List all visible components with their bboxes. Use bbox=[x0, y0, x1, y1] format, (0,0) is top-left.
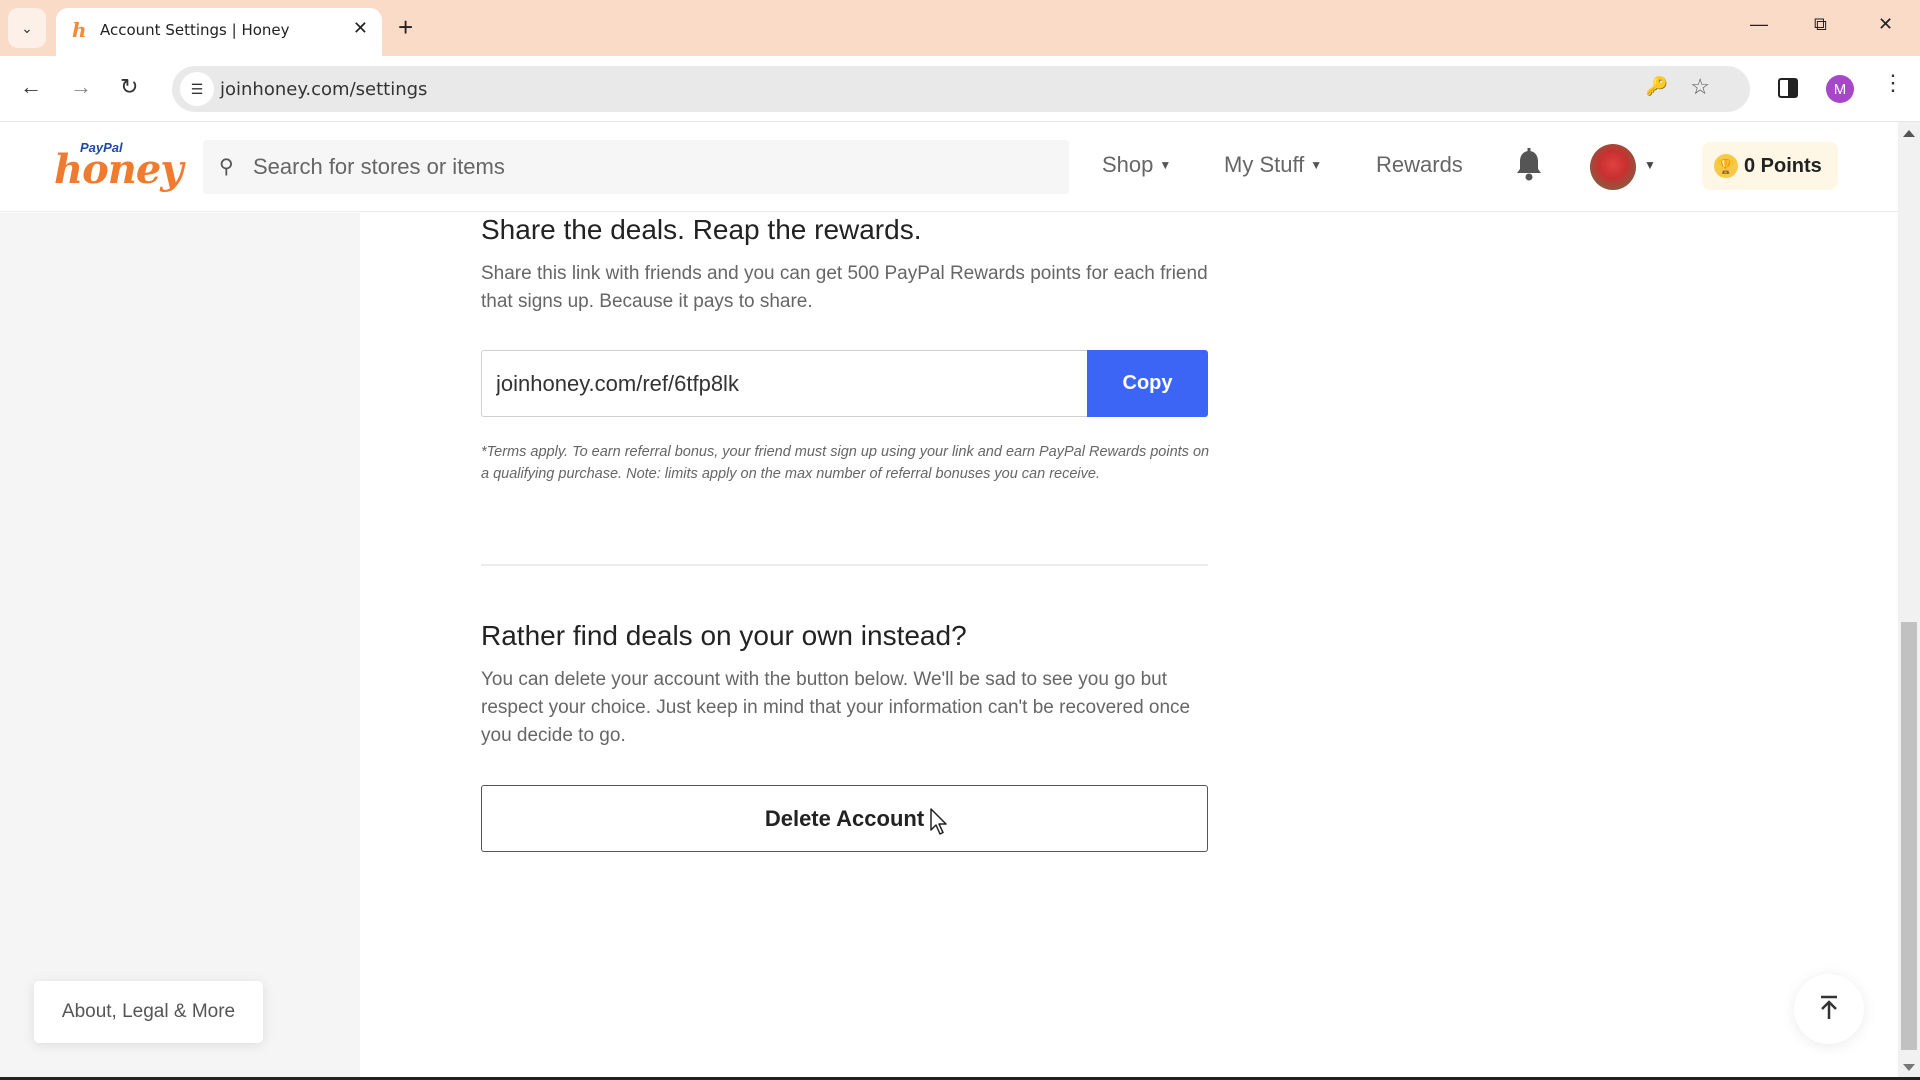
site-info-icon[interactable]: ☰ bbox=[180, 72, 214, 106]
search-input[interactable] bbox=[253, 140, 1053, 194]
key-icon[interactable]: 🔑 bbox=[1646, 76, 1668, 97]
back-icon[interactable]: ← bbox=[20, 74, 42, 100]
about-legal-more-button[interactable]: About, Legal & More bbox=[34, 981, 263, 1043]
section-divider bbox=[481, 564, 1208, 566]
settings-sidebar bbox=[0, 213, 360, 1077]
logo-honey-text: honey bbox=[54, 146, 184, 193]
more-vertical-icon[interactable]: ⋮ bbox=[1882, 72, 1904, 94]
points-badge[interactable]: 🏆 0 Points bbox=[1702, 142, 1838, 190]
forward-icon[interactable]: → bbox=[70, 74, 92, 100]
nav-shop-label: Shop bbox=[1102, 152, 1154, 177]
honey-logo[interactable]: PayPal honey bbox=[54, 140, 184, 198]
caret-down-icon: ▼ bbox=[1310, 158, 1323, 172]
browser-tab-strip: ⌄ h Account Settings | Honey ✕ + — ⧉ ✕ bbox=[0, 0, 1920, 56]
url-text[interactable]: joinhoney.com/settings bbox=[220, 79, 427, 100]
scroll-to-top-button[interactable] bbox=[1794, 974, 1864, 1044]
reload-icon[interactable]: ↻ bbox=[120, 74, 138, 100]
caret-down-icon: ▼ bbox=[1159, 158, 1172, 172]
referral-terms: *Terms apply. To earn referral bonus, yo… bbox=[481, 444, 1210, 482]
nav-rewards[interactable]: Rewards bbox=[1376, 152, 1463, 178]
scrollbar-thumb[interactable] bbox=[1901, 622, 1917, 1050]
caret-down-icon[interactable]: ▼ bbox=[1644, 158, 1656, 172]
delete-heading: Rather find deals on your own instead? bbox=[481, 620, 967, 651]
new-tab-button[interactable]: + bbox=[398, 12, 413, 43]
browser-profile-avatar[interactable]: M bbox=[1826, 75, 1854, 103]
page-scrollbar[interactable] bbox=[1898, 122, 1920, 1077]
referral-description: Share this link with friends and you can… bbox=[481, 263, 1208, 312]
trophy-icon: 🏆 bbox=[1714, 154, 1738, 178]
browser-toolbar: ← → ↻ ☰ joinhoney.com/settings 🔑 ☆ M ⋮ bbox=[0, 56, 1920, 122]
side-panel-icon[interactable] bbox=[1778, 78, 1798, 98]
notifications-bell-icon[interactable] bbox=[1514, 148, 1544, 187]
browser-tab-active[interactable]: h Account Settings | Honey ✕ bbox=[56, 8, 382, 56]
nav-shop[interactable]: Shop ▼ bbox=[1102, 152, 1171, 178]
delete-description: You can delete your account with the but… bbox=[481, 669, 1191, 746]
site-header: PayPal honey ⚲ Shop ▼ My Stuff ▼ Rewards ▼… bbox=[0, 122, 1898, 212]
user-avatar[interactable] bbox=[1590, 144, 1636, 190]
search-icon: ⚲ bbox=[219, 156, 234, 178]
delete-account-button[interactable]: Delete Account bbox=[481, 785, 1208, 852]
address-bar[interactable]: ☰ joinhoney.com/settings 🔑 ☆ bbox=[172, 66, 1750, 112]
referral-heading: Share the deals. Reap the rewards. bbox=[481, 214, 922, 245]
minimize-icon[interactable]: — bbox=[1750, 14, 1768, 35]
points-label: 0 Points bbox=[1744, 155, 1822, 177]
tab-title: Account Settings | Honey bbox=[100, 21, 290, 39]
copy-button[interactable]: Copy bbox=[1087, 350, 1208, 417]
close-window-icon[interactable]: ✕ bbox=[1878, 14, 1893, 35]
chevron-down-icon: ⌄ bbox=[21, 19, 33, 36]
star-icon[interactable]: ☆ bbox=[1690, 74, 1710, 100]
tab-search-button[interactable]: ⌄ bbox=[8, 8, 46, 48]
mouse-cursor-icon bbox=[930, 808, 948, 841]
restore-icon[interactable]: ⧉ bbox=[1814, 14, 1827, 35]
tab-close-icon[interactable]: ✕ bbox=[353, 18, 368, 39]
nav-rewards-label: Rewards bbox=[1376, 152, 1463, 177]
arrow-up-to-line-icon bbox=[1818, 995, 1840, 1024]
scroll-down-arrow-icon[interactable] bbox=[1903, 1064, 1915, 1071]
nav-my-stuff[interactable]: My Stuff ▼ bbox=[1224, 152, 1322, 178]
referral-link-input[interactable] bbox=[481, 350, 1087, 417]
scroll-up-arrow-icon[interactable] bbox=[1903, 130, 1915, 137]
honey-favicon-icon: h bbox=[72, 18, 87, 42]
search-bar[interactable]: ⚲ bbox=[203, 140, 1069, 194]
nav-my-stuff-label: My Stuff bbox=[1224, 152, 1305, 177]
